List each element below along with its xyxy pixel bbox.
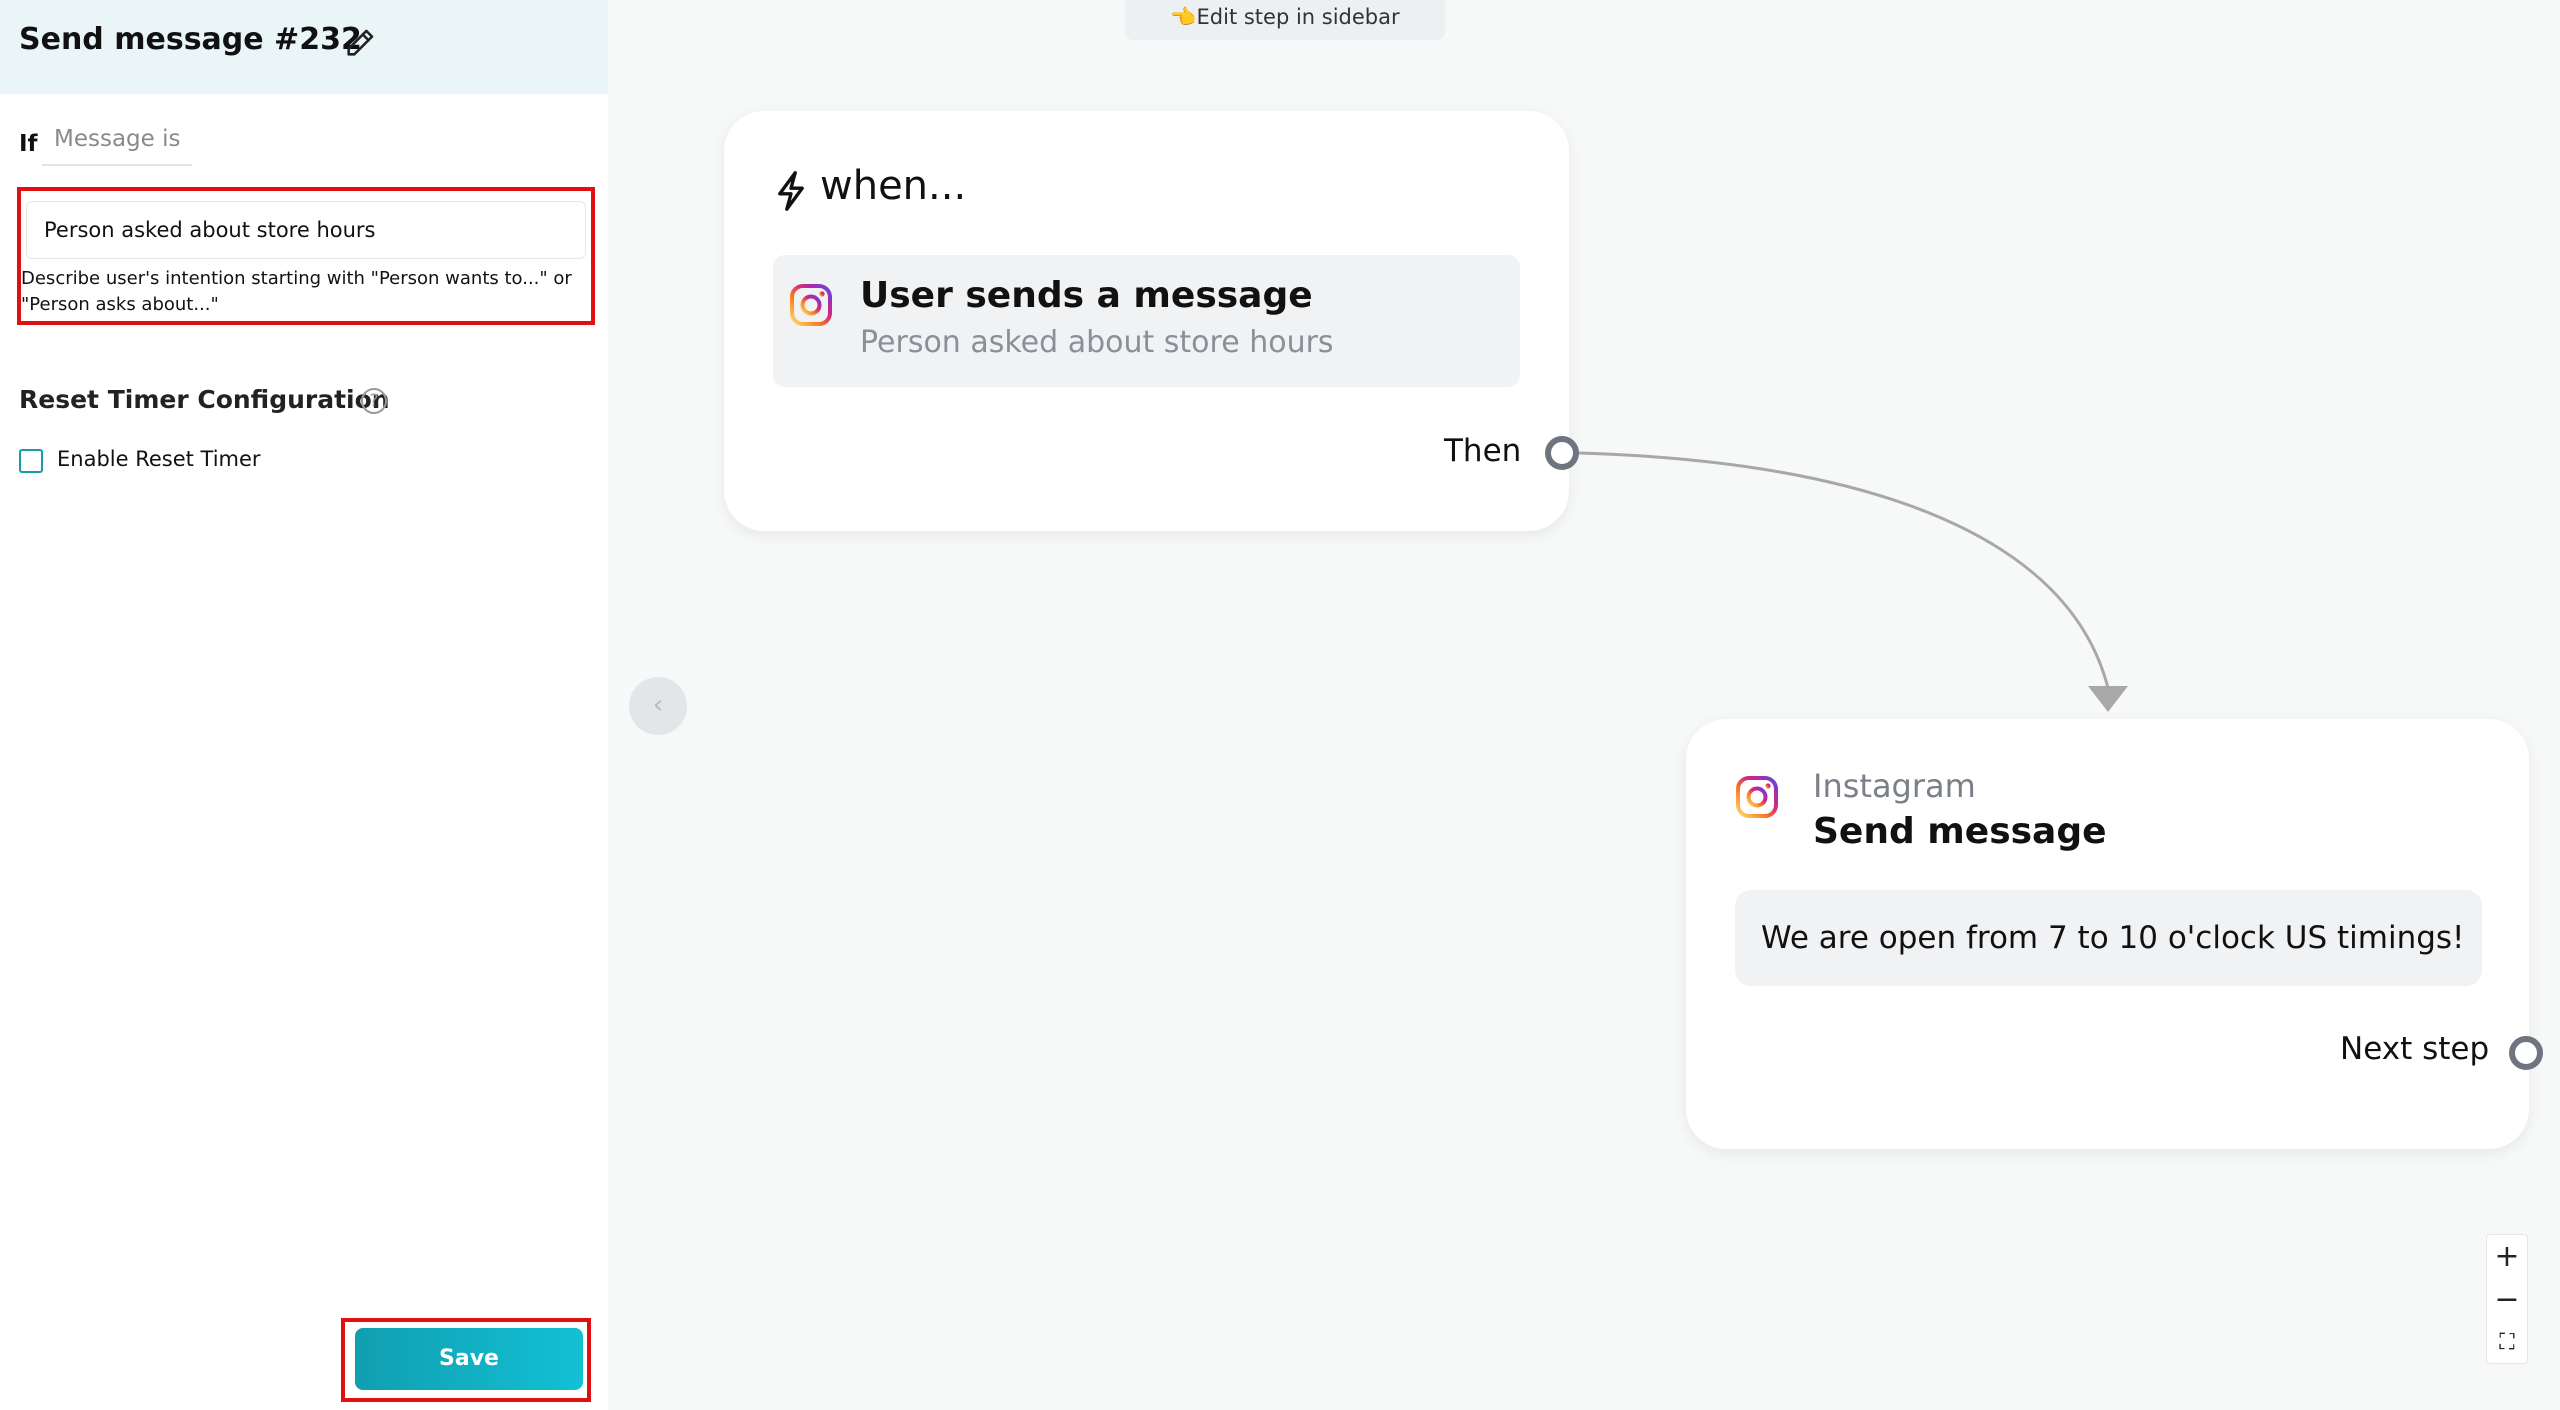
zoom-out-button[interactable]: −: [2487, 1278, 2527, 1321]
intent-highlight: Person asked about store hours Describe …: [17, 187, 595, 325]
fit-view-icon[interactable]: ⛶: [2487, 1321, 2527, 1364]
instagram-icon: [790, 284, 832, 326]
then-label: Then: [1444, 433, 1522, 469]
intent-input[interactable]: Person asked about store hours: [26, 201, 586, 259]
send-message-node[interactable]: Instagram Send message We are open from …: [1686, 719, 2529, 1149]
if-label: If: [19, 131, 38, 157]
instagram-icon: [1736, 776, 1778, 818]
zoom-controls: + − ⛶: [2486, 1234, 2528, 1364]
pencil-icon[interactable]: [343, 26, 377, 60]
reset-timer-title: Reset Timer Configuration: [19, 385, 390, 414]
zoom-in-button[interactable]: +: [2487, 1235, 2527, 1278]
next-step-label: Next step: [2340, 1031, 2490, 1067]
save-button[interactable]: Save: [355, 1328, 583, 1390]
action-provider: Instagram: [1813, 767, 1976, 805]
sidebar-header: Send message #232: [0, 0, 608, 94]
enable-reset-timer-checkbox[interactable]: [19, 449, 43, 473]
trigger-subtitle: Person asked about store hours: [860, 325, 1334, 360]
trigger-node[interactable]: when... User sends a message Person aske…: [724, 111, 1569, 531]
question-circle-icon[interactable]: ?: [361, 388, 387, 414]
connector-line: [1578, 451, 2110, 689]
intent-help-text: Describe user's intention starting with …: [21, 268, 572, 315]
condition-select[interactable]: Message is: [42, 124, 192, 166]
next-step-port[interactable]: [2509, 1036, 2543, 1070]
chevron-left-icon[interactable]: ‹: [629, 677, 687, 735]
enable-reset-timer-label[interactable]: Enable Reset Timer: [57, 447, 261, 471]
lightning-bolt-icon: [778, 171, 804, 211]
connector-arrowhead: [2088, 686, 2128, 712]
edit-step-hint: 👈Edit step in sidebar: [1125, 0, 1445, 40]
trigger-heading: when...: [820, 163, 967, 209]
trigger-title: User sends a message: [860, 275, 1313, 316]
action-title: Send message: [1813, 811, 2107, 852]
then-port[interactable]: [1545, 436, 1579, 470]
step-sidebar: Send message #232 If Message is Person a…: [0, 0, 608, 1410]
message-bubble[interactable]: We are open from 7 to 10 o'clock US timi…: [1735, 890, 2482, 986]
trigger-card[interactable]: User sends a message Person asked about …: [773, 255, 1520, 387]
sidebar-title: Send message #232: [19, 22, 362, 57]
